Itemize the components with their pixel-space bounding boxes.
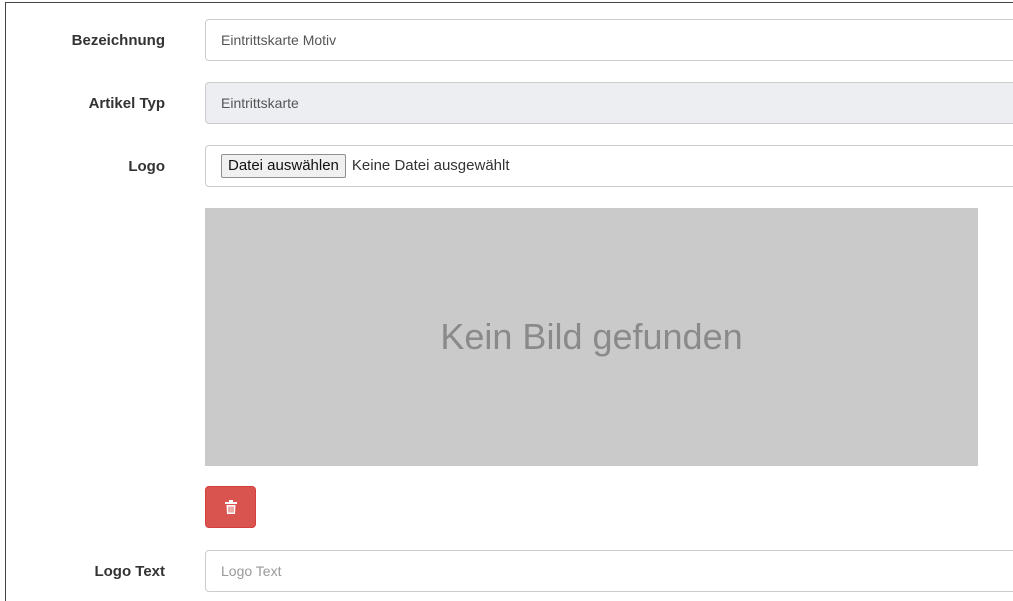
trash-icon [224,500,237,514]
choose-file-button[interactable]: Datei auswählen [221,154,346,178]
artikel-typ-field: Eintrittskarte [205,82,1013,124]
delete-logo-button[interactable] [205,486,256,528]
logo-text-input[interactable]: Logo Text [205,550,1013,592]
logo-file-input[interactable]: Datei auswählen Keine Datei ausgewählt [205,145,1013,187]
logo-label: Logo [128,158,165,175]
logo-preview: Kein Bild gefunden [205,208,978,466]
logo-text-label: Logo Text [94,563,165,580]
bezeichnung-label: Bezeichnung [71,32,165,49]
artikel-typ-label: Artikel Typ [88,95,165,112]
file-status-text: Keine Datei ausgewählt [351,157,510,174]
bezeichnung-input[interactable]: Eintrittskarte Motiv [205,19,1013,61]
no-image-text: Kein Bild gefunden [440,316,743,357]
